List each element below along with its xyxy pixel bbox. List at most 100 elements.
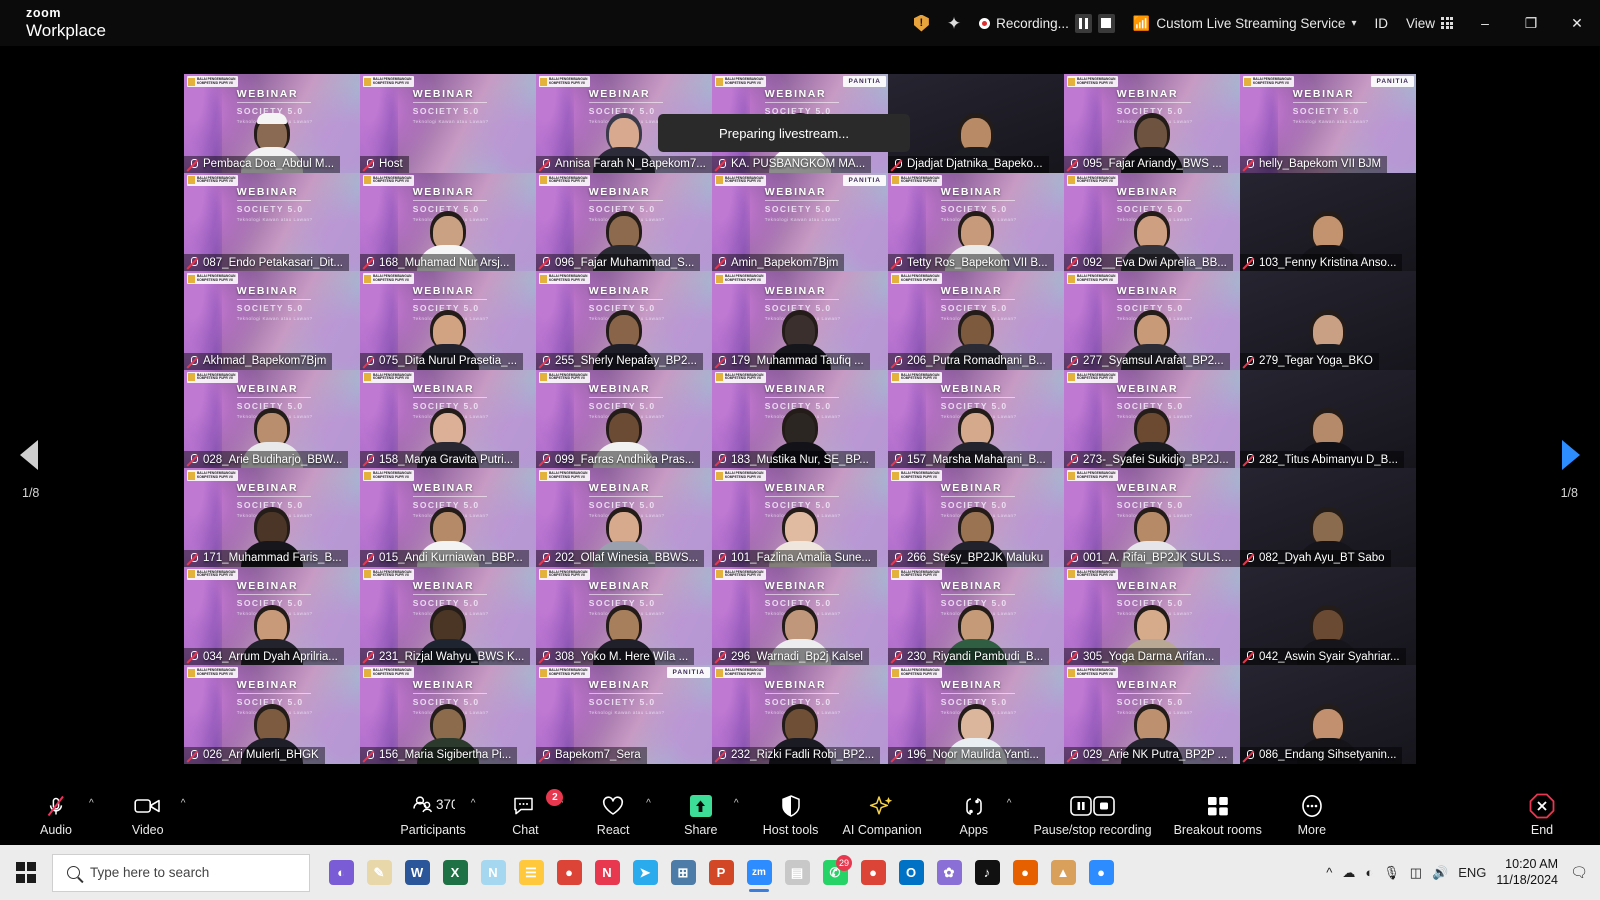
react-button[interactable]: React (585, 793, 641, 837)
zoom-icon[interactable]: zm (742, 851, 776, 895)
participant-tile[interactable]: BALAI PENGEMBANGAN KOMPETENSI PUPR VII WEB… (888, 566, 1064, 665)
participant-tile[interactable]: BALAI PENGEMBANGAN KOMPETENSI PUPR VII WEB… (1064, 172, 1240, 271)
outlook-icon[interactable]: O (894, 851, 928, 895)
share-button[interactable]: Share (673, 793, 729, 837)
ai-companion-button[interactable]: AI Companion (843, 793, 922, 837)
next-page-button[interactable] (1560, 438, 1582, 472)
more-button[interactable]: More (1284, 793, 1340, 837)
participant-tile[interactable]: BALAI PENGEMBANGAN KOMPETENSI PUPR VII WEB… (360, 566, 536, 665)
apps-button[interactable]: Apps (946, 793, 1002, 837)
participant-tile[interactable]: BALAI PENGEMBANGAN KOMPETENSI PUPR VII WEB… (1064, 665, 1240, 764)
firefox-icon[interactable]: ● (1008, 851, 1042, 895)
participant-tile[interactable]: BALAI PENGEMBANGAN KOMPETENSI PUPR VII WEB… (888, 369, 1064, 468)
participant-tile[interactable]: BALAI PENGEMBANGAN KOMPETENSI PUPR VII WEB… (536, 271, 712, 370)
participant-tile[interactable]: 086_Endang Sihsetyanin... (1240, 665, 1416, 764)
meeting-id-button[interactable]: ID (1365, 0, 1397, 46)
audio-button[interactable]: Audio (28, 793, 84, 837)
chrome2-icon[interactable]: ● (856, 851, 890, 895)
participant-tile[interactable]: BALAI PENGEMBANGAN KOMPETENSI PUPR VII WEB… (712, 172, 888, 271)
participant-tile[interactable]: BALAI PENGEMBANGAN KOMPETENSI PUPR VII WEB… (888, 271, 1064, 370)
docs-icon[interactable]: ▤ (780, 851, 814, 895)
participant-tile[interactable]: 082_Dyah Ayu_BT Sabo (1240, 468, 1416, 567)
pause-recording-icon-button[interactable] (1074, 13, 1092, 33)
participant-tile[interactable]: BALAI PENGEMBANGAN KOMPETENSI PUPR VII WEB… (1064, 468, 1240, 567)
audio-options-caret[interactable]: ^ (89, 798, 94, 809)
participant-tile[interactable]: BALAI PENGEMBANGAN KOMPETENSI PUPR VII WEB… (1240, 74, 1416, 173)
maximize-button[interactable]: ❐ (1508, 0, 1554, 46)
participant-tile[interactable]: 282_Titus Abimanyu D_B... (1240, 369, 1416, 468)
clock[interactable]: 10:20 AM 11/18/2024 (1496, 857, 1558, 888)
participant-tile[interactable]: BALAI PENGEMBANGAN KOMPETENSI PUPR VII WEB… (184, 172, 360, 271)
whatsapp-icon[interactable]: ✆ 29 (818, 851, 852, 895)
participant-tile[interactable]: BALAI PENGEMBANGAN KOMPETENSI PUPR VII WEB… (184, 468, 360, 567)
battery-icon[interactable]: ◫ (1410, 865, 1422, 881)
notification-center-icon[interactable]: 🗨 (1568, 862, 1590, 884)
participant-tile[interactable]: BALAI PENGEMBANGAN KOMPETENSI PUPR VII WEB… (536, 172, 712, 271)
participant-tile[interactable]: BALAI PENGEMBANGAN KOMPETENSI PUPR VII WEB… (184, 665, 360, 764)
live-streaming-status[interactable]: 📶 Custom Live Streaming Service ▾ (1124, 0, 1366, 46)
start-button[interactable] (0, 845, 52, 900)
participant-tile[interactable]: BALAI PENGEMBANGAN KOMPETENSI PUPR VII WEB… (1064, 271, 1240, 370)
end-meeting-button[interactable]: End (1514, 793, 1570, 837)
excel-icon[interactable]: X (438, 851, 472, 895)
participant-tile[interactable]: BALAI PENGEMBANGAN KOMPETENSI PUPR VII WEB… (360, 172, 536, 271)
react-options-caret[interactable]: ^ (646, 798, 651, 809)
onedrive-icon[interactable]: ☁ (1342, 865, 1355, 881)
participant-tile[interactable]: BALAI PENGEMBANGAN KOMPETENSI PUPR VII WEB… (712, 369, 888, 468)
participant-tile[interactable]: BALAI PENGEMBANGAN KOMPETENSI PUPR VII WEB… (888, 172, 1064, 271)
stop-recording-icon-button[interactable] (1097, 13, 1115, 33)
view-button[interactable]: View (1397, 0, 1462, 46)
word-icon[interactable]: W (400, 851, 434, 895)
chat-button[interactable]: 2 Chat (497, 789, 564, 837)
participant-tile[interactable]: BALAI PENGEMBANGAN KOMPETENSI PUPR VII WEB… (536, 369, 712, 468)
host-tools-button[interactable]: Host tools (763, 793, 819, 837)
edge-icon[interactable]: ● (1084, 851, 1118, 895)
participant-tile[interactable]: BALAI PENGEMBANGAN KOMPETENSI PUPR VII WEB… (536, 665, 712, 764)
participant-tile[interactable]: BALAI PENGEMBANGAN KOMPETENSI PUPR VII WEB… (360, 468, 536, 567)
participant-tile[interactable]: BALAI PENGEMBANGAN KOMPETENSI PUPR VII WEB… (536, 468, 712, 567)
ai-companion-sparkle-button[interactable]: ✦ (938, 0, 970, 46)
participant-tile[interactable]: 279_Tegar Yoga_BKO (1240, 271, 1416, 370)
participant-tile[interactable]: 042_Aswin Syair Syahriar... (1240, 566, 1416, 665)
recording-status[interactable]: Recording... (970, 0, 1124, 46)
participant-tile[interactable]: BALAI PENGEMBANGAN KOMPETENSI PUPR VII WEB… (360, 271, 536, 370)
chrome-icon[interactable]: ● (552, 851, 586, 895)
paint-icon[interactable]: ✎ (362, 851, 396, 895)
microphone-tray-icon[interactable]: 🎙 (1383, 865, 1400, 881)
language-indicator[interactable]: ENG (1458, 865, 1486, 880)
participant-tile[interactable]: BALAI PENGEMBANGAN KOMPETENSI PUPR VII WEB… (360, 74, 536, 173)
participant-tile[interactable]: BALAI PENGEMBANGAN KOMPETENSI PUPR VII WEB… (712, 566, 888, 665)
participants-options-caret[interactable]: ^ (471, 798, 476, 809)
participants-button[interactable]: 370 Participants (400, 793, 466, 837)
previous-page-button[interactable] (18, 438, 40, 472)
participant-tile[interactable]: BALAI PENGEMBANGAN KOMPETENSI PUPR VII WEB… (712, 665, 888, 764)
participant-tile[interactable]: BALAI PENGEMBANGAN KOMPETENSI PUPR VII WEB… (536, 566, 712, 665)
participant-tile[interactable]: BALAI PENGEMBANGAN KOMPETENSI PUPR VII WEB… (1064, 74, 1240, 173)
participant-tile[interactable]: BALAI PENGEMBANGAN KOMPETENSI PUPR VII WEB… (888, 468, 1064, 567)
show-hidden-icons-button[interactable]: ^ (1326, 865, 1332, 880)
share-options-caret[interactable]: ^ (734, 798, 739, 809)
file-explorer-icon[interactable]: ☰ (514, 851, 548, 895)
participant-tile[interactable]: 103_Fenny Kristina Anso... (1240, 172, 1416, 271)
taskbar-search-box[interactable]: Type here to search (52, 853, 310, 892)
participant-tile[interactable]: BALAI PENGEMBANGAN KOMPETENSI PUPR VII WEB… (184, 566, 360, 665)
calculator-icon[interactable]: ⊞ (666, 851, 700, 895)
participant-tile[interactable]: BALAI PENGEMBANGAN KOMPETENSI PUPR VII WEB… (1064, 369, 1240, 468)
pause-stop-recording-button[interactable]: Pause/stop recording (1033, 793, 1152, 837)
apps-options-caret[interactable]: ^ (1007, 798, 1012, 809)
video-options-caret[interactable]: ^ (181, 798, 186, 809)
participant-tile[interactable]: BALAI PENGEMBANGAN KOMPETENSI PUPR VII WEB… (184, 369, 360, 468)
participant-tile[interactable]: BALAI PENGEMBANGAN KOMPETENSI PUPR VII WEB… (184, 74, 360, 173)
network-icon[interactable]: ◐ (1365, 865, 1373, 880)
participant-tile[interactable]: BALAI PENGEMBANGAN KOMPETENSI PUPR VII WEB… (360, 665, 536, 764)
participant-tile[interactable]: BALAI PENGEMBANGAN KOMPETENSI PUPR VII WEB… (184, 271, 360, 370)
participant-tile[interactable]: BALAI PENGEMBANGAN KOMPETENSI PUPR VII WEB… (888, 665, 1064, 764)
video-button[interactable]: Video (120, 793, 176, 837)
copilot-icon[interactable]: ◐ (324, 851, 358, 895)
tiktok-icon[interactable]: ♪ (970, 851, 1004, 895)
security-shield-button[interactable] (905, 0, 938, 46)
onenote-icon[interactable]: N (476, 851, 510, 895)
participant-tile[interactable]: BALAI PENGEMBANGAN KOMPETENSI PUPR VII WEB… (1064, 566, 1240, 665)
pdf-icon[interactable]: N (590, 851, 624, 895)
participant-tile[interactable]: Djadjat Djatnika_Bapeko... (888, 74, 1064, 173)
